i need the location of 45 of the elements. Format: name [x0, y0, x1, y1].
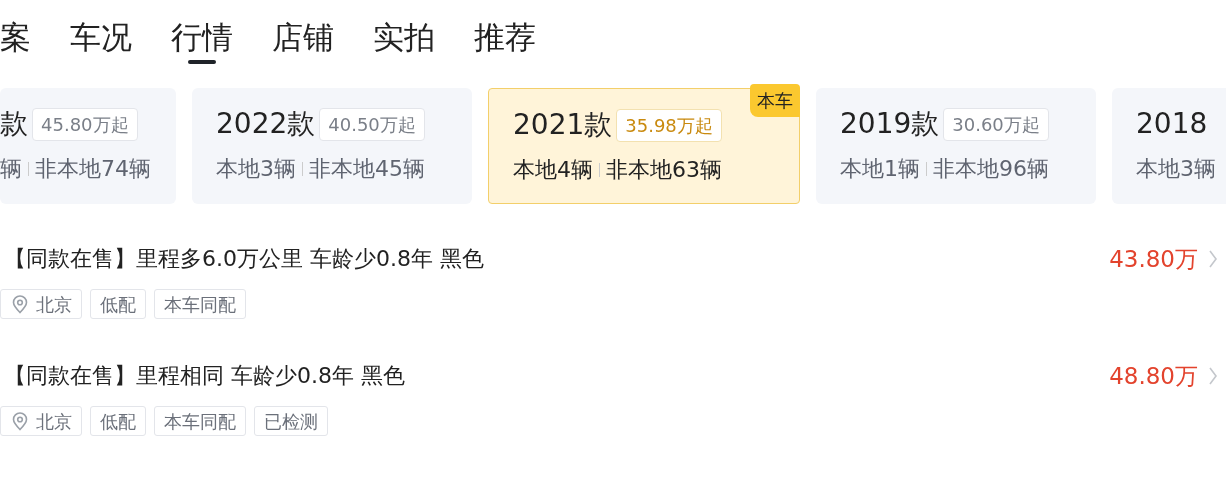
- tab-indicator: [188, 60, 216, 64]
- location-pin-icon: [10, 411, 30, 431]
- nonlocal-count: 非本地45辆: [309, 155, 425, 183]
- listing-price: 48.80万: [1109, 362, 1198, 391]
- year-label: 款: [0, 106, 28, 142]
- local-count: 本地3辆: [1136, 155, 1216, 183]
- listing-title[interactable]: 【同款在售】里程多6.0万公里 车龄少0.8年 黑色: [0, 244, 484, 274]
- tab[interactable]: 车况: [70, 16, 132, 68]
- local-count: 本地3辆: [216, 155, 296, 183]
- tag: 本车同配: [154, 289, 246, 319]
- tab[interactable]: 店铺: [272, 16, 334, 68]
- year-label: 2019款: [840, 106, 940, 142]
- tag: 已检测: [254, 406, 328, 436]
- chevron-right-icon[interactable]: [1208, 249, 1218, 269]
- location-tag: 北京: [0, 289, 82, 319]
- location-pin-icon: [10, 294, 30, 314]
- tag: 低配: [90, 289, 146, 319]
- model-year-card[interactable]: 2022款 40.50万起 本地3辆 非本地45辆: [192, 88, 472, 204]
- tag: 低配: [90, 406, 146, 436]
- nonlocal-count: 非本地63辆: [606, 156, 722, 184]
- chevron-right-icon[interactable]: [1208, 366, 1218, 386]
- local-count: 本地4辆: [513, 156, 593, 184]
- local-count: 辆: [0, 155, 22, 183]
- tab[interactable]: 案: [0, 16, 31, 68]
- model-year-card[interactable]: 2019款 30.60万起 本地1辆 非本地96辆: [816, 88, 1096, 204]
- year-label: 2018: [1136, 106, 1208, 142]
- model-year-card[interactable]: 2018 本地3辆: [1112, 88, 1226, 204]
- year-label: 2022款: [216, 106, 316, 142]
- price-tag: 35.98万起: [616, 108, 722, 142]
- listing-title[interactable]: 【同款在售】里程相同 车龄少0.8年 黑色: [0, 361, 405, 391]
- model-year-card[interactable]: 款 45.80万起 辆 非本地74辆: [0, 88, 176, 204]
- year-label: 2021款: [513, 107, 613, 143]
- nonlocal-count: 非本地74辆: [35, 155, 151, 183]
- price-tag: 45.80万起: [32, 107, 138, 141]
- nonlocal-count: 非本地96辆: [933, 155, 1049, 183]
- location-tag: 北京: [0, 406, 82, 436]
- price-tag: 30.60万起: [943, 107, 1049, 141]
- current-car-badge: 本车: [750, 84, 800, 117]
- tab[interactable]: 推荐: [474, 16, 536, 68]
- price-tag: 40.50万起: [319, 107, 425, 141]
- local-count: 本地1辆: [840, 155, 920, 183]
- tab[interactable]: 实拍: [373, 16, 435, 68]
- tab[interactable]: 行情: [171, 16, 233, 68]
- tag: 本车同配: [154, 406, 246, 436]
- listing-price: 43.80万: [1109, 245, 1198, 274]
